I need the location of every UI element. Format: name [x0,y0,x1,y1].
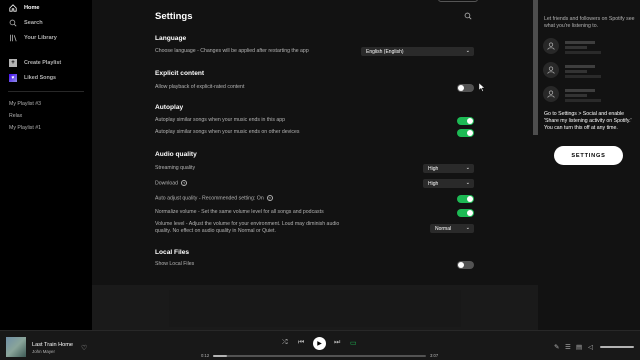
auto-adjust-label-text: Auto adjust quality - Recommended settin… [155,195,264,202]
language-value: English (English) [366,48,404,55]
chevron-down-icon: ⌄ [465,165,470,171]
album-cover[interactable] [6,337,26,357]
sidebar-divider [8,91,84,92]
page-title: Settings [155,11,193,22]
next-icon[interactable]: ⏭ [334,339,340,347]
heart-icon: ♥ [9,73,17,82]
library-icon [10,34,17,41]
friend-activity-info: Go to Settings > Social and enable 'Shar… [544,111,632,131]
queue-icon[interactable]: ☰ [565,343,571,351]
autoplay-this-app-label: Autoplay similar songs when your music e… [155,117,286,123]
play-button[interactable]: ▶ [313,337,326,350]
avatar [543,38,559,54]
create-playlist-label: Create Playlist [24,59,62,66]
info-icon[interactable]: ? [266,195,273,201]
nav-search-label: Search [24,19,43,26]
volume-level-value: Normal [435,225,452,232]
friend-placeholder [543,62,637,82]
friend-activity-panel: Let friends and followers on Spotify see… [538,0,640,330]
streaming-quality-select[interactable]: High ⌄ [423,164,474,173]
volume-level-line-1: Volume level - Adjust the volume for you… [155,221,340,227]
volume-slider[interactable] [600,346,634,348]
language-label: Choose language - Changes will be applie… [155,48,309,54]
download-quality-select[interactable]: High ⌄ [423,179,474,188]
auto-adjust-toggle[interactable] [457,195,474,203]
chevron-down-icon: ⌄ [465,48,470,54]
search-icon[interactable] [464,12,472,20]
progress-bar[interactable] [213,355,426,357]
avatar [543,62,559,78]
connect-device-icon[interactable]: ▤ [576,343,582,351]
friend-placeholder [543,86,637,106]
download-label: Download? [155,180,188,187]
language-select[interactable]: English (English) ⌄ [361,47,474,56]
audio-quality-heading: Audio quality [155,151,197,158]
create-playlist-button[interactable]: + Create Playlist [0,55,92,70]
local-files-heading: Local Files [155,249,190,256]
nav-library-label: Your Library [24,34,57,41]
footer-banner [169,290,461,327]
sidebar: Home Search Your Library + Create Playli… [0,0,92,330]
player-bar: Last Train Home John Mayer ♡ ⤮ ⏮ ▶ ⏭ ▭ 0… [0,330,640,360]
explicit-heading: Explicit content [155,70,205,77]
autoplay-other-devices-label: Autoplay similar songs when your music e… [155,129,300,135]
explicit-toggle[interactable] [457,84,474,92]
show-local-files-label: Show Local Files [155,261,195,267]
nav-search[interactable]: Search [0,15,92,30]
progress-fill [213,355,227,357]
auto-adjust-label: Auto adjust quality - Recommended settin… [155,195,273,202]
elapsed-time: 0:12 [201,353,210,358]
download-label-text: Download [155,180,179,187]
previous-icon[interactable]: ⏮ [298,339,304,347]
liked-songs-button[interactable]: ♥ Liked Songs [0,70,92,85]
nav-home-label: Home [24,4,40,11]
friend-activity-intro: Let friends and followers on Spotify see… [544,16,635,29]
autoplay-other-devices-toggle[interactable] [457,129,474,137]
settings-button[interactable]: SETTINGS [554,146,623,165]
footer-area [92,285,538,330]
chevron-down-icon: ⌄ [465,180,470,186]
playlist-item[interactable]: My Playlist #3 [0,98,92,110]
autoplay-heading: Autoplay [155,104,184,111]
autoplay-this-app-toggle[interactable] [457,117,474,125]
total-time: 3:07 [430,353,439,358]
volume-level-label: Volume level - Adjust the volume for you… [155,221,339,235]
friend-placeholder [543,38,637,58]
volume-level-line-2: quality. No effect on audio quality in N… [155,228,276,234]
show-local-files-toggle[interactable] [457,261,474,269]
liked-songs-label: Liked Songs [24,74,57,81]
download-quality-value: High [428,180,439,187]
track-title[interactable]: Last Train Home [32,342,73,348]
lyrics-icon[interactable]: ✎ [554,343,559,351]
top-button[interactable] [438,0,478,2]
nav-library[interactable]: Your Library [0,30,92,45]
normalize-volume-toggle[interactable] [457,209,474,217]
explicit-label: Allow playback of explicit-rated content [155,84,245,90]
nav-home[interactable]: Home [0,0,92,15]
streaming-quality-value: High [428,165,439,172]
streaming-quality-label: Streaming quality [155,165,196,171]
device-icon[interactable]: ▭ [350,339,357,347]
main-view: Settings Language Choose language - Chan… [92,0,538,330]
playlist-item[interactable]: Relax [0,110,92,122]
plus-icon: + [9,58,17,67]
avatar [543,86,559,102]
mouse-cursor-icon [479,83,485,92]
shuffle-icon[interactable]: ⤮ [282,339,288,347]
info-icon[interactable]: ? [181,180,188,186]
play-icon: ▶ [317,341,322,347]
track-artist[interactable]: John Mayer [32,349,55,354]
playlist-item[interactable]: My Playlist #1 [0,122,92,134]
home-icon [9,3,17,12]
normalize-volume-label: Normalize volume - Set the same volume l… [155,209,324,215]
search-icon [9,19,17,26]
volume-icon[interactable]: ◁ [588,343,593,351]
volume-level-select[interactable]: Normal ⌄ [430,224,474,233]
heart-icon[interactable]: ♡ [81,344,87,352]
language-heading: Language [155,35,187,42]
chevron-down-icon: ⌄ [465,225,470,231]
